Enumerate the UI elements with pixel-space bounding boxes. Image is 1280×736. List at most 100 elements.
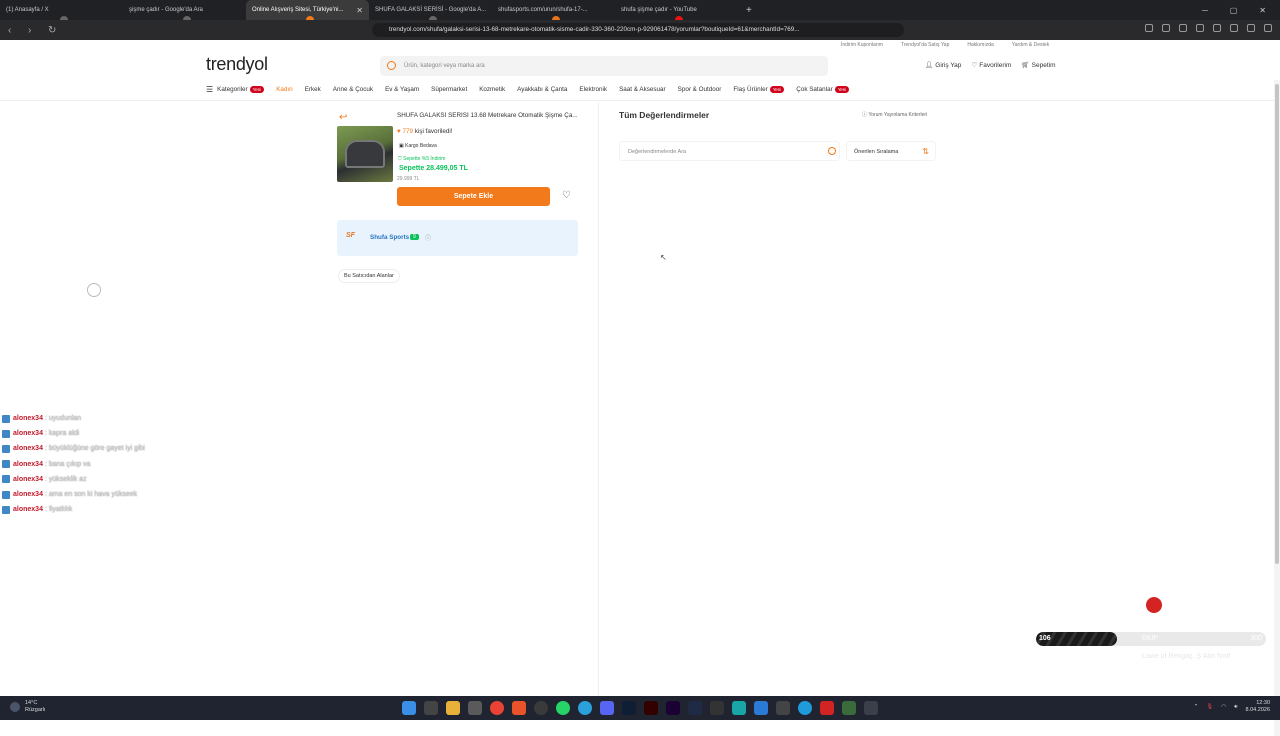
start-icon[interactable] <box>402 701 416 715</box>
nav-item-elektronik[interactable]: Elektronik <box>579 85 607 94</box>
nav-item-erkek[interactable]: Erkek <box>305 85 321 94</box>
settings-icon[interactable] <box>864 701 878 715</box>
vscode-icon[interactable] <box>754 701 768 715</box>
store-icon[interactable] <box>468 701 482 715</box>
browser-tab-active[interactable]: Online Alışveriş Sitesi, Türkiye'ni... ✕ <box>246 0 369 20</box>
chrome-icon[interactable] <box>490 701 504 715</box>
app-icon[interactable] <box>688 701 702 715</box>
nav-item-supermarket[interactable]: Süpermarket <box>431 85 467 94</box>
photoshop-icon[interactable] <box>622 701 636 715</box>
mouse-cursor-icon: ↖ <box>660 253 667 262</box>
weather-temp: 14°C <box>25 700 38 706</box>
app-icon[interactable] <box>776 701 790 715</box>
volume-icon[interactable]: 🔊︎ <box>1234 704 1237 711</box>
illustrator-icon[interactable] <box>644 701 658 715</box>
extension-icon[interactable] <box>1230 24 1238 32</box>
login-link[interactable]: 👤︎ Giriş Yap <box>925 61 961 69</box>
sell-link[interactable]: Trendyol'da Satış Yap <box>901 42 949 48</box>
review-search-input[interactable]: Değerlendirmelerde Ara <box>619 141 840 161</box>
app-icon[interactable] <box>842 701 856 715</box>
forward-icon[interactable]: › <box>28 25 40 36</box>
nav-item-flas-urunler[interactable]: Flaş Ürünler Yeni <box>733 85 785 94</box>
nav-item-saat-aksesuar[interactable]: Saat & Aksesuar <box>619 85 666 94</box>
reload-icon[interactable]: ↻ <box>48 25 60 36</box>
nav-item-ayakkabi-canta[interactable]: Ayakkabı & Çanta <box>517 85 567 94</box>
help-link[interactable]: Yardım & Destek <box>1012 42 1049 48</box>
extension-icon[interactable] <box>1247 24 1255 32</box>
back-icon[interactable]: ‹ <box>8 25 20 36</box>
back-arrow-icon[interactable]: ↩ <box>339 112 347 123</box>
stream-logo-icon <box>1146 597 1162 613</box>
minimize-icon[interactable]: ─ <box>1202 6 1208 15</box>
favorite-heart-icon[interactable]: ♡ <box>562 190 571 201</box>
nav-item-ev-yasam[interactable]: Ev & Yaşam <box>385 85 419 94</box>
clock-time: 12:30 <box>1256 700 1270 706</box>
close-tab-icon[interactable]: ✕ <box>356 6 363 15</box>
chat-message: alonex34: bana çıkıp va <box>2 457 145 472</box>
nav-item-kadin[interactable]: Kadın <box>276 85 292 94</box>
close-window-icon[interactable]: ✕ <box>1259 6 1266 15</box>
review-criteria-link[interactable]: ⓘ Yorum Yayınlama Kriterleri <box>862 111 927 118</box>
new-tab-button[interactable]: + <box>746 5 752 16</box>
app-icon[interactable] <box>732 701 746 715</box>
wifi-icon[interactable]: ◠ <box>1221 704 1226 710</box>
maximize-icon[interactable]: ▢ <box>1230 6 1238 15</box>
chat-message: alonex34: büyüklüğüne göre gayet iyi gib… <box>2 441 145 456</box>
coupons-link[interactable]: İndirim Kuponlarım <box>841 42 883 48</box>
nav-item-cok-satanlar[interactable]: Çok Satanlar Yeni <box>796 85 850 94</box>
browser-tab[interactable]: shufa şişme çadır - YouTube <box>615 0 738 20</box>
browser-tab[interactable]: shufasports.com/urun/shufa-17-... <box>492 0 615 20</box>
nav-item-kozmetik[interactable]: Kozmetik <box>479 85 505 94</box>
chat-message: alonex34: ama en son ki hava yükseek <box>2 487 145 502</box>
extension-icon[interactable] <box>1213 24 1221 32</box>
tag-icon: ⛉ <box>398 156 402 162</box>
app-icon[interactable] <box>710 701 724 715</box>
favorites-link[interactable]: ♡ Favorilerim <box>971 61 1011 69</box>
browser-tab[interactable]: SHUFA GALAKSİ SERİSİ - Google'da A... <box>369 0 492 20</box>
task-view-icon[interactable] <box>424 701 438 715</box>
edge-icon[interactable] <box>798 701 812 715</box>
search-icon[interactable] <box>828 147 836 155</box>
extension-icon[interactable] <box>1179 24 1187 32</box>
tray-expand-icon[interactable]: ⌃ <box>1194 704 1199 710</box>
extension-icon[interactable] <box>1162 24 1170 32</box>
menu-icon[interactable] <box>1264 24 1272 32</box>
sort-select[interactable]: Önerilen Sıralama ⇅ <box>846 141 936 161</box>
app-icon[interactable] <box>820 701 834 715</box>
nav-item-spor-outdoor[interactable]: Spor & Outdoor <box>678 85 722 94</box>
extension-icon[interactable] <box>1196 24 1204 32</box>
obs-icon[interactable] <box>534 701 548 715</box>
about-link[interactable]: Hakkımızda <box>967 42 993 48</box>
telegram-icon[interactable] <box>578 701 592 715</box>
product-title[interactable]: SHUFA GALAKSİ SERİSİ 13.68 Metrekare Oto… <box>397 112 577 119</box>
premiere-icon[interactable] <box>666 701 680 715</box>
campaign-text: Sepette %5 İndirim <box>403 156 446 162</box>
seller-name[interactable]: Shufa Sports <box>370 234 409 241</box>
brave-icon[interactable] <box>512 701 526 715</box>
product-image[interactable] <box>337 126 393 182</box>
categories-menu[interactable]: ☰ Kategoriler Yeni <box>206 85 265 94</box>
clock[interactable]: 12:30 8.04.2026 <box>1246 700 1270 714</box>
discord-icon[interactable] <box>600 701 614 715</box>
seller-buyers-button[interactable]: Bu Satıcıdan Alanlar <box>338 269 400 283</box>
categories-label: Kategoriler <box>217 86 248 93</box>
url-field[interactable]: trendyol.com/shufa/galaksi-serisi-13-68-… <box>372 23 904 37</box>
chat-text-body: bana çıkıp va <box>48 460 91 468</box>
chat-text: : kapra aldi <box>44 430 80 438</box>
trendyol-logo[interactable]: trendyol <box>206 54 268 75</box>
file-explorer-icon[interactable] <box>446 701 460 715</box>
info-icon[interactable]: ⓘ <box>425 233 431 242</box>
cart-link[interactable]: 🛒︎ Sepetim <box>1021 61 1055 69</box>
add-to-cart-button[interactable]: Sepete Ekle <box>397 187 550 206</box>
page-scrollbar[interactable] <box>1274 80 1280 736</box>
nav-item-anne-cocuk[interactable]: Anne & Çocuk <box>333 85 373 94</box>
browser-tab[interactable]: şişme çadır - Google'da Ara <box>123 0 246 20</box>
scrollbar-thumb[interactable] <box>1275 84 1279 564</box>
browser-tab[interactable]: (1) Anasayfa / X <box>0 0 123 20</box>
extension-icon[interactable] <box>1145 24 1153 32</box>
whatsapp-icon[interactable] <box>556 701 570 715</box>
windows-taskbar: 14°C Rüzgarlı ⌃ 🎙︎ ◠ 🔊︎ 12:30 8.04.2026 <box>0 696 1280 720</box>
mic-icon[interactable]: 🎙︎ <box>1206 704 1213 710</box>
search-input[interactable]: Ürün, kategori veya marka ara <box>380 56 828 76</box>
weather-widget[interactable]: 14°C Rüzgarlı <box>10 700 45 714</box>
